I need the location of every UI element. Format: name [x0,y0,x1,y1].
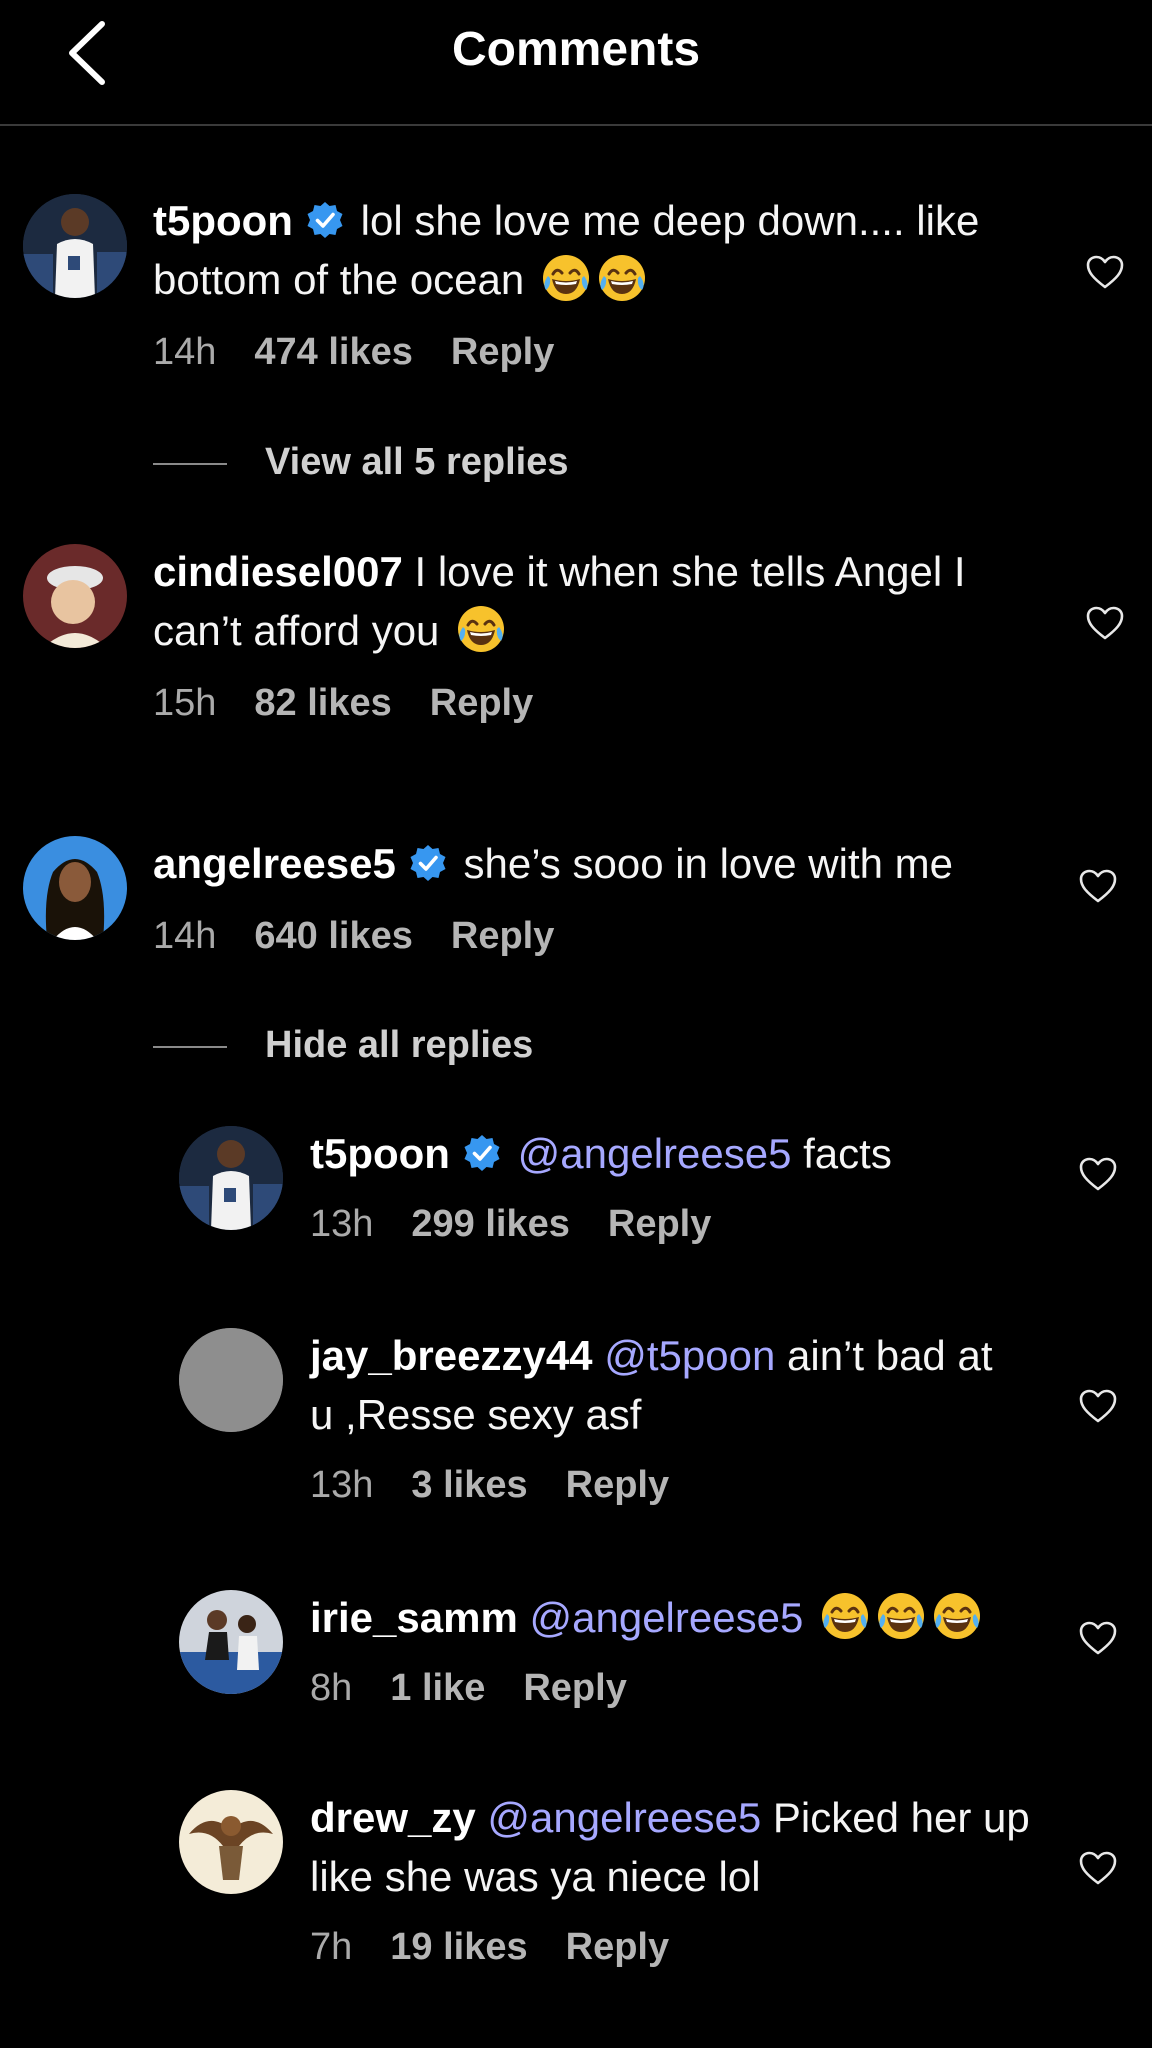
avatar[interactable] [23,194,127,298]
hide-replies-label: Hide all replies [265,1024,534,1066]
laughing-emoji-icon [875,1590,927,1642]
reply-text: t5poon @angelreese5 facts [310,1124,1050,1183]
default-avatar-icon [179,1328,283,1432]
avatar-photo-icon [179,1790,283,1894]
view-replies-button[interactable]: View all 5 replies [153,441,568,484]
thread-divider [153,462,227,465]
comment-text: angelreese5 she’s sooo in love with me [153,834,1043,893]
comment-text: t5poon lol she love me deep down.... lik… [153,191,1043,309]
timestamp: 14h [153,915,217,957]
heart-icon[interactable] [1078,1620,1118,1656]
reply-text: jay_breezzy44 @t5poon ain’t bad at u ,Re… [310,1326,1010,1444]
laughing-emoji-icon [931,1590,983,1642]
thread-divider [153,1045,227,1048]
reply-meta: 7h 19 likes Reply [310,1926,707,1969]
reply-meta: 8h 1 like Reply [310,1667,665,1710]
hide-replies-button[interactable]: Hide all replies [153,1024,533,1067]
avatar[interactable] [179,1328,283,1432]
likes-count[interactable]: 1 like [390,1667,485,1709]
laughing-emoji-icon [540,252,592,304]
laughing-emoji-icon [596,252,648,304]
reply-meta: 13h 3 likes Reply [310,1464,707,1507]
timestamp: 13h [310,1464,374,1506]
avatar-photo-icon [179,1590,283,1694]
avatar-photo-icon [179,1126,283,1230]
reply-button[interactable]: Reply [430,682,533,724]
page-title: Comments [451,23,701,76]
username[interactable]: drew_zy [310,1794,476,1841]
laughing-emoji-icon [455,603,507,655]
laughing-emoji-icon [819,1590,871,1642]
username[interactable]: angelreese5 [153,840,396,887]
heart-icon[interactable] [1078,1850,1118,1886]
comment-meta: 14h 474 likes Reply [153,331,592,374]
timestamp: 7h [310,1926,353,1968]
reply-button[interactable]: Reply [566,1926,669,1968]
timestamp: 15h [153,682,217,724]
timestamp: 13h [310,1203,374,1245]
timestamp: 8h [310,1667,353,1709]
username[interactable]: cindiesel007 [153,548,403,595]
comment-body: she’s sooo in love with me [463,840,953,887]
timestamp: 14h [153,331,217,373]
likes-count[interactable]: 299 likes [411,1203,569,1245]
reply-button[interactable]: Reply [523,1667,626,1709]
mention-link[interactable]: @angelreese5 [487,1794,761,1841]
avatar-photo-icon [23,194,127,298]
view-replies-label: View all 5 replies [265,441,569,483]
comment-meta: 15h 82 likes Reply [153,682,571,725]
avatar[interactable] [179,1126,283,1230]
heart-icon[interactable] [1085,605,1125,641]
avatar-photo-icon [23,544,127,648]
likes-count[interactable]: 82 likes [254,682,391,724]
avatar-photo-icon [23,836,127,940]
heart-icon[interactable] [1078,1156,1118,1192]
avatar[interactable] [23,544,127,648]
likes-count[interactable]: 640 likes [254,915,412,957]
reply-text: drew_zy @angelreese5 Picked her up like … [310,1788,1050,1906]
likes-count[interactable]: 19 likes [390,1926,527,1968]
reply-meta: 13h 299 likes Reply [310,1203,749,1246]
reply-text: irie_samm @angelreese5 [310,1588,1050,1647]
username[interactable]: t5poon [153,197,293,244]
username[interactable]: jay_breezzy44 [310,1332,593,1379]
likes-count[interactable]: 3 likes [411,1464,527,1506]
mention-link[interactable]: @angelreese5 [529,1594,803,1641]
verified-badge-icon [462,1133,502,1173]
reply-button[interactable]: Reply [451,915,554,957]
heart-icon[interactable] [1078,868,1118,904]
heart-icon[interactable] [1085,254,1125,290]
verified-badge-icon [305,200,345,240]
avatar[interactable] [23,836,127,940]
avatar[interactable] [179,1590,283,1694]
username[interactable]: irie_samm [310,1594,518,1641]
username[interactable]: t5poon [310,1130,450,1177]
comment-text: cindiesel007 I love it when she tells An… [153,542,1043,660]
reply-button[interactable]: Reply [608,1203,711,1245]
comment-meta: 14h 640 likes Reply [153,915,592,958]
reply-button[interactable]: Reply [566,1464,669,1506]
verified-badge-icon [408,843,448,883]
reply-body: facts [803,1130,892,1177]
likes-count[interactable]: 474 likes [254,331,412,373]
reply-button[interactable]: Reply [451,331,554,373]
heart-icon[interactable] [1078,1388,1118,1424]
avatar[interactable] [179,1790,283,1894]
mention-link[interactable]: @t5poon [604,1332,775,1379]
mention-link[interactable]: @angelreese5 [518,1130,792,1177]
header-bar: Comments [0,0,1152,126]
